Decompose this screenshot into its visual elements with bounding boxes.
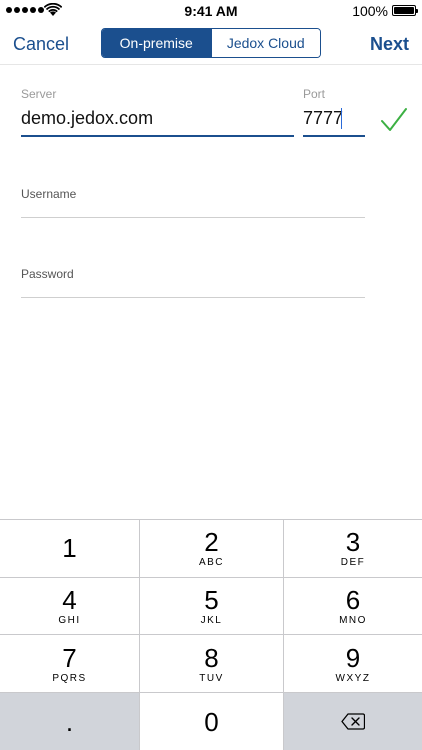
battery-percent: 100% [352, 3, 388, 19]
key-1[interactable]: 1 [0, 519, 139, 577]
server-underline [21, 135, 294, 137]
backspace-icon [341, 713, 365, 730]
key-digit: 8 [204, 642, 219, 673]
text-caret [341, 108, 342, 129]
server-input[interactable]: demo.jedox.com [21, 108, 153, 129]
key-decimal-point[interactable]: . [0, 693, 139, 750]
username-input[interactable]: Username [21, 187, 76, 201]
username-underline [21, 217, 365, 218]
password-underline [21, 297, 365, 298]
key-8[interactable]: 8 TUV [140, 635, 283, 692]
next-button[interactable]: Next [370, 34, 409, 55]
key-letters: JKL [200, 615, 223, 626]
key-digit: 5 [204, 585, 219, 615]
checkmark-icon [381, 108, 407, 131]
key-digit: 3 [345, 527, 361, 557]
password-input[interactable]: Password [21, 267, 74, 281]
key-letters: TUV [199, 672, 224, 684]
keyboard-divider [0, 577, 422, 578]
backspace-key[interactable] [284, 693, 422, 750]
status-bar: 9:41 AM 100% [0, 0, 422, 22]
key-digit: . [65, 706, 74, 737]
key-letters: WXYZ [335, 672, 371, 684]
segment-on-premise[interactable]: On-premise [102, 29, 211, 57]
keyboard-divider [0, 692, 422, 693]
key-6[interactable]: 6 MNO [284, 578, 422, 634]
keyboard-divider [139, 519, 140, 750]
navigation-bar: Cancel On-premise Jedox Cloud Next [0, 22, 422, 64]
port-input[interactable]: 7777 [303, 108, 343, 129]
key-0[interactable]: 0 [140, 693, 283, 750]
keyboard-divider [283, 519, 284, 750]
numeric-keyboard: 1 2 ABC 3 DEF 4 GHI 5 JKL 6 MNO 7 PQRS 8… [0, 519, 422, 750]
keyboard-divider [0, 634, 422, 635]
key-letters: ABC [198, 557, 225, 568]
key-5[interactable]: 5 JKL [140, 578, 283, 634]
key-letters: PQRS [52, 672, 87, 684]
key-digit: 2 [204, 527, 219, 557]
key-letters: GHI [58, 615, 81, 626]
key-digit: 1 [62, 532, 77, 563]
keyboard-divider [0, 519, 422, 520]
key-4[interactable]: 4 GHI [0, 578, 139, 634]
port-label: Port [303, 87, 326, 101]
key-2[interactable]: 2 ABC [140, 519, 283, 577]
key-letters: DEF [340, 557, 366, 568]
battery-icon [392, 5, 418, 16]
server-label: Server [21, 87, 57, 101]
key-digit: 0 [204, 706, 219, 737]
cancel-button[interactable]: Cancel [13, 34, 69, 55]
key-3[interactable]: 3 DEF [284, 519, 422, 577]
key-7[interactable]: 7 PQRS [0, 635, 139, 692]
key-digit: 7 [62, 642, 77, 673]
key-9[interactable]: 9 WXYZ [284, 635, 422, 692]
key-digit: 6 [345, 585, 361, 615]
connection-type-segmented-control: On-premise Jedox Cloud [101, 28, 321, 58]
segment-jedox-cloud[interactable]: Jedox Cloud [210, 29, 320, 57]
key-digit: 9 [345, 642, 361, 673]
key-letters: MNO [339, 615, 367, 626]
port-underline [303, 135, 365, 137]
key-digit: 4 [62, 585, 77, 615]
nav-divider [0, 64, 422, 65]
